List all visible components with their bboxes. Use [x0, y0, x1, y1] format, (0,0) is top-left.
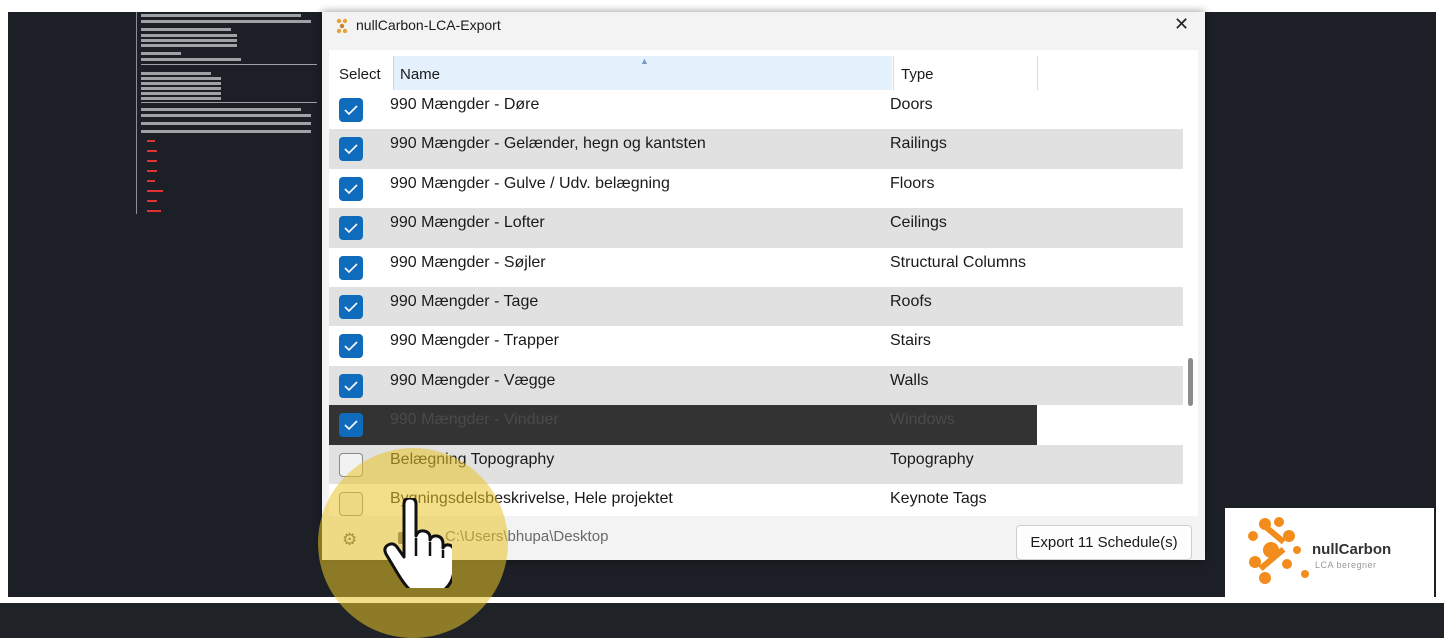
column-header-select[interactable]: Select — [339, 66, 381, 83]
schedule-grid: Select ▲ Name Type 990 Mængder - Døre Doo… — [329, 50, 1198, 516]
right-border — [1436, 0, 1444, 603]
window-title: nullCarbon-LCA-Export — [356, 17, 501, 33]
checkmark-icon — [344, 223, 358, 234]
row-empty-cell — [1037, 405, 1183, 445]
left-border — [0, 0, 8, 603]
row-name: Belægning Topography — [390, 450, 555, 468]
row-name: 990 Mængder - Vægge — [390, 371, 556, 389]
nullcarbon-logo: nullCarbon LCA beregner — [1225, 508, 1434, 597]
row-type: Roofs — [890, 292, 932, 310]
vertical-scrollbar[interactable] — [1186, 90, 1194, 510]
select-checkbox[interactable] — [339, 255, 363, 280]
row-name: 990 Mængder - Lofter — [390, 214, 545, 232]
row-type: Doors — [890, 96, 933, 113]
scrollbar-thumb[interactable] — [1188, 358, 1193, 406]
bottom-border — [0, 597, 1444, 603]
column-header-type[interactable]: Type — [893, 56, 1038, 90]
export-path: C:\Users\bhupa\Desktop — [445, 528, 609, 545]
table-row[interactable]: 990 Mængder - Lofter Ceilings — [329, 208, 1183, 248]
checkmark-icon — [344, 184, 358, 194]
select-checkbox[interactable] — [339, 98, 363, 122]
logo-mark-icon — [1248, 517, 1309, 584]
select-checkbox[interactable] — [339, 176, 363, 201]
grid-header: Select ▲ Name Type — [329, 50, 1198, 90]
row-type: Keynote Tags — [890, 489, 987, 507]
checkmark-icon — [344, 105, 358, 116]
logo-wordmark: nullCarbon — [1312, 541, 1392, 558]
app-icon — [336, 18, 348, 34]
row-name: 990 Mængder - Trapper — [390, 332, 559, 350]
table-row[interactable]: 990 Mængder - Vinduer Windows — [329, 405, 1183, 445]
table-row[interactable]: Bygningsdelsbeskrivelse, Hele projektet K… — [329, 484, 1183, 516]
row-type: Floors — [890, 174, 935, 192]
row-type: Stairs — [890, 332, 931, 350]
checkmark-icon — [344, 144, 358, 155]
column-header-filler — [1037, 56, 1184, 90]
folder-icon[interactable] — [398, 532, 412, 544]
row-type: Railings — [890, 135, 947, 153]
gear-icon[interactable]: ⚙ — [342, 530, 357, 550]
row-name: 990 Mængder - Gulve / Udv. belægning — [390, 174, 670, 192]
select-checkbox[interactable] — [339, 491, 363, 516]
table-row[interactable]: 990 Mængder - Gelænder, hegn og kantsten… — [329, 129, 1183, 169]
row-name: 990 Mængder - Gelænder, hegn og kantsten — [390, 135, 706, 153]
select-checkbox[interactable] — [339, 373, 363, 398]
dialog-footer: ⚙ C:\Users\bhupa\Desktop Export 11 Sched… — [322, 516, 1205, 560]
table-row[interactable]: 990 Mængder - Vægge Walls — [329, 365, 1183, 406]
export-button[interactable]: Export 11 Schedule(s) — [1016, 525, 1192, 560]
table-row[interactable]: 990 Mængder - Søjler Structural Columns — [329, 248, 1183, 287]
checkmark-icon — [344, 302, 358, 313]
table-row[interactable]: Belægning Topography Topography — [329, 444, 1183, 484]
column-header-type-label: Type — [901, 66, 934, 83]
select-checkbox[interactable] — [339, 452, 363, 477]
column-header-name-label: Name — [400, 66, 441, 83]
row-type: Topography — [890, 450, 974, 468]
select-checkbox[interactable] — [339, 334, 363, 359]
title-bar: nullCarbon-LCA-Export ✕ — [322, 12, 1205, 40]
row-type: Structural Columns — [890, 253, 1027, 271]
sort-ascending-icon: ▲ — [640, 56, 649, 66]
select-checkbox[interactable] — [339, 294, 363, 319]
checkmark-icon — [344, 420, 358, 431]
table-row[interactable]: 990 Mængder - Døre Doors — [329, 90, 1183, 129]
close-icon[interactable]: ✕ — [1174, 14, 1189, 35]
row-name: Bygningsdelsbeskrivelse, Hele projektet — [390, 489, 673, 507]
row-name: 990 Mængder - Søjler — [390, 253, 546, 271]
row-name: 990 Mængder - Tage — [390, 292, 539, 310]
export-dialog: nullCarbon-LCA-Export ✕ Select ▲ Name Ty… — [322, 12, 1205, 560]
top-border — [0, 0, 1444, 12]
table-row[interactable]: 990 Mængder - Gulve / Udv. belægning Floo… — [329, 169, 1183, 208]
table-row[interactable]: 990 Mængder - Tage Roofs — [329, 286, 1183, 327]
logo-tagline: LCA beregner — [1315, 560, 1377, 570]
select-checkbox[interactable] — [339, 413, 363, 438]
table-row[interactable]: 990 Mængder - Trapper Stairs — [329, 326, 1183, 365]
checkmark-icon — [344, 262, 358, 273]
select-checkbox[interactable] — [339, 137, 363, 162]
checkmark-icon — [344, 341, 358, 352]
row-type: Windows — [890, 411, 955, 429]
grid-rows: 990 Mængder - Døre Doors 990 Mængder - Gel… — [329, 90, 1183, 516]
checkmark-icon — [344, 381, 358, 391]
drawing-sheet-thumbnail — [136, 12, 323, 214]
row-type: Ceilings — [890, 214, 947, 232]
select-checkbox[interactable] — [339, 216, 363, 241]
row-name: 990 Mængder - Vinduer — [390, 411, 559, 429]
column-header-name[interactable]: ▲ Name — [393, 56, 892, 90]
row-name: 990 Mængder - Døre — [390, 96, 540, 113]
row-type: Walls — [890, 371, 929, 389]
